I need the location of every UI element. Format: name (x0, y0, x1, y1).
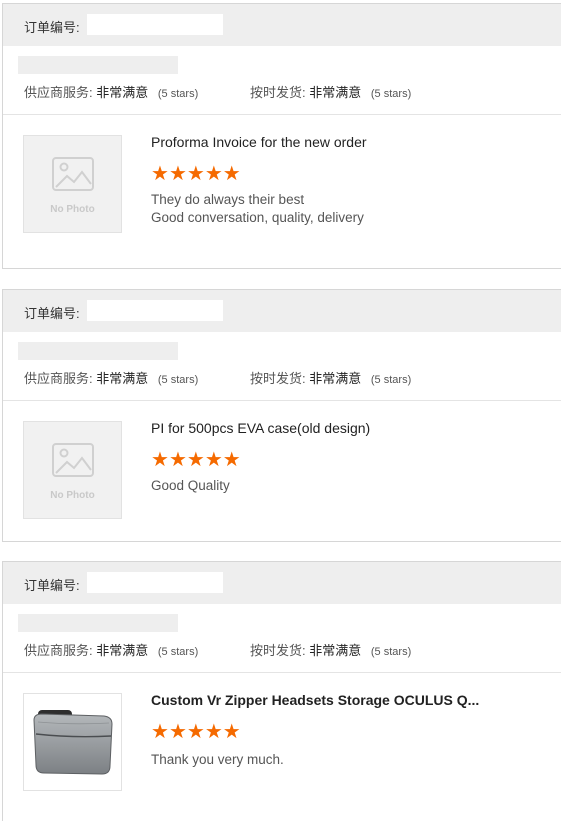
masked-info-bar (18, 56, 178, 74)
star-icon: ★ (151, 163, 169, 185)
review-comment: Good Quality (151, 478, 230, 493)
supplier-service-stars: (5 stars) (157, 646, 199, 658)
star-icon: ★ (186, 163, 205, 185)
on-time-delivery-rating: 非常满意 (309, 85, 362, 100)
star-icon: ★ (168, 449, 187, 471)
review-comment: Good conversation, quality, delivery (151, 210, 364, 225)
on-time-delivery-label: 按时发货: (250, 85, 306, 100)
star-icon: ★ (186, 449, 205, 471)
on-time-delivery-rating: 非常满意 (309, 643, 362, 658)
order-number-value (87, 300, 223, 321)
no-photo-icon (52, 157, 94, 191)
order-number-label: 订单编号: (24, 20, 80, 35)
star-icon: ★ (204, 163, 223, 185)
order-header: 订单编号: (3, 562, 561, 604)
no-photo-text: No Photo (50, 490, 95, 501)
star-icon: ★ (222, 721, 241, 743)
on-time-delivery-rating: 非常满意 (309, 371, 362, 386)
review-card: 订单编号: 供应商服务: 非常满意 (5 stars) 按时发货: 非常满意 (… (2, 561, 561, 821)
supplier-service-label: 供应商服务: (24, 643, 93, 658)
supplier-service-rating: 非常满意 (96, 643, 149, 658)
rating-stars: ★★★★★ (151, 450, 241, 470)
product-title[interactable]: Custom Vr Zipper Headsets Storage OCULUS… (151, 692, 479, 708)
star-icon: ★ (151, 449, 169, 471)
masked-info-bar (18, 342, 178, 360)
on-time-delivery-stars: (5 stars) (370, 374, 412, 386)
order-number-value (87, 14, 223, 35)
supplier-service-label: 供应商服务: (24, 85, 93, 100)
review-card: 订单编号: 供应商服务: 非常满意 (5 stars) 按时发货: 非常满意 (… (2, 3, 561, 269)
divider (3, 400, 561, 401)
on-time-delivery-label: 按时发货: (250, 371, 306, 386)
on-time-delivery-stars: (5 stars) (370, 646, 412, 658)
supplier-service-rating: 非常满意 (96, 371, 149, 386)
no-photo-icon (52, 443, 94, 477)
supplier-service-stars: (5 stars) (157, 88, 199, 100)
rating-stars: ★★★★★ (151, 722, 241, 742)
order-number-value (87, 572, 223, 593)
product-title[interactable]: Proforma Invoice for the new order (151, 134, 367, 150)
star-icon: ★ (204, 449, 223, 471)
rating-stars: ★★★★★ (151, 164, 241, 184)
order-number-label: 订单编号: (24, 306, 80, 321)
on-time-delivery-stars: (5 stars) (370, 88, 412, 100)
on-time-delivery-label: 按时发货: (250, 643, 306, 658)
divider (3, 672, 561, 673)
order-number-label: 订单编号: (24, 578, 80, 593)
star-icon: ★ (204, 721, 223, 743)
supplier-service-stars: (5 stars) (157, 374, 199, 386)
star-icon: ★ (168, 721, 187, 743)
star-icon: ★ (222, 449, 241, 471)
masked-info-bar (18, 614, 178, 632)
product-image[interactable] (23, 693, 122, 791)
star-icon: ★ (222, 163, 241, 185)
star-icon: ★ (186, 721, 205, 743)
product-title[interactable]: PI for 500pcs EVA case(old design) (151, 420, 370, 436)
review-comment: They do always their best (151, 192, 305, 207)
review-comment: Thank you very much. (151, 752, 284, 767)
vr-headset-case-image (33, 710, 113, 775)
supplier-service-rating: 非常满意 (96, 85, 149, 100)
product-image-placeholder[interactable]: No Photo (23, 421, 122, 519)
product-image-placeholder[interactable]: No Photo (23, 135, 122, 233)
star-icon: ★ (151, 721, 169, 743)
order-header: 订单编号: (3, 4, 561, 46)
divider (3, 114, 561, 115)
supplier-service-label: 供应商服务: (24, 371, 93, 386)
no-photo-text: No Photo (50, 204, 95, 215)
order-header: 订单编号: (3, 290, 561, 332)
star-icon: ★ (168, 163, 187, 185)
review-card: 订单编号: 供应商服务: 非常满意 (5 stars) 按时发货: 非常满意 (… (2, 289, 561, 542)
